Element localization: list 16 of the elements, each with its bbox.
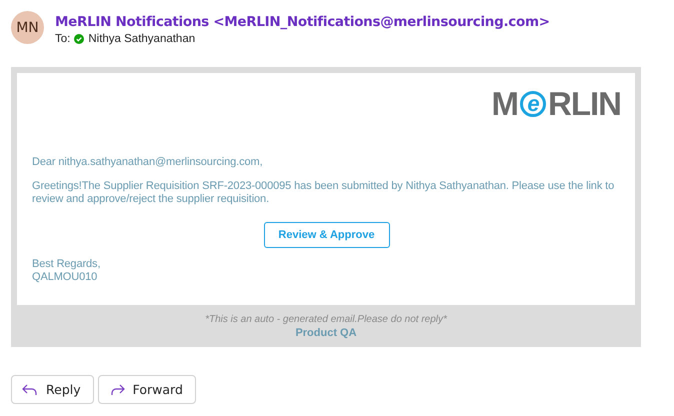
recipient-name: Nithya Sathyanathan bbox=[88, 33, 196, 45]
signature-line: Best Regards, bbox=[32, 258, 102, 270]
reply-button[interactable]: Reply bbox=[11, 375, 94, 404]
signature-line: QALMOU010 bbox=[32, 270, 98, 283]
greeting-text: Dear nithya.sathyanathan@merlinsourcing.com, bbox=[32, 156, 264, 168]
to-label: To: bbox=[55, 33, 70, 45]
check-icon bbox=[74, 34, 84, 44]
forward-arrow-icon bbox=[108, 384, 125, 396]
sender-name: MeRLIN Notifications <MeRLIN_Notifications@merlinsourcing.com> bbox=[55, 14, 550, 30]
footer-team: Product QA bbox=[294, 327, 358, 339]
message-text: Greetings!The Supplier Requisition SRF-2023-000095 has been submitted by Nithya Sathyanathan. Please use the link to review and approve/reject the supplier requisition. bbox=[32, 180, 616, 206]
avatar: MN bbox=[11, 11, 44, 44]
forward-button[interactable]: Forward bbox=[98, 375, 196, 404]
logo: M e RLIN bbox=[492, 87, 621, 120]
footer-note: *This is an auto - generated email.Please do not reply* bbox=[204, 314, 448, 325]
reply-arrow-icon bbox=[22, 384, 38, 396]
